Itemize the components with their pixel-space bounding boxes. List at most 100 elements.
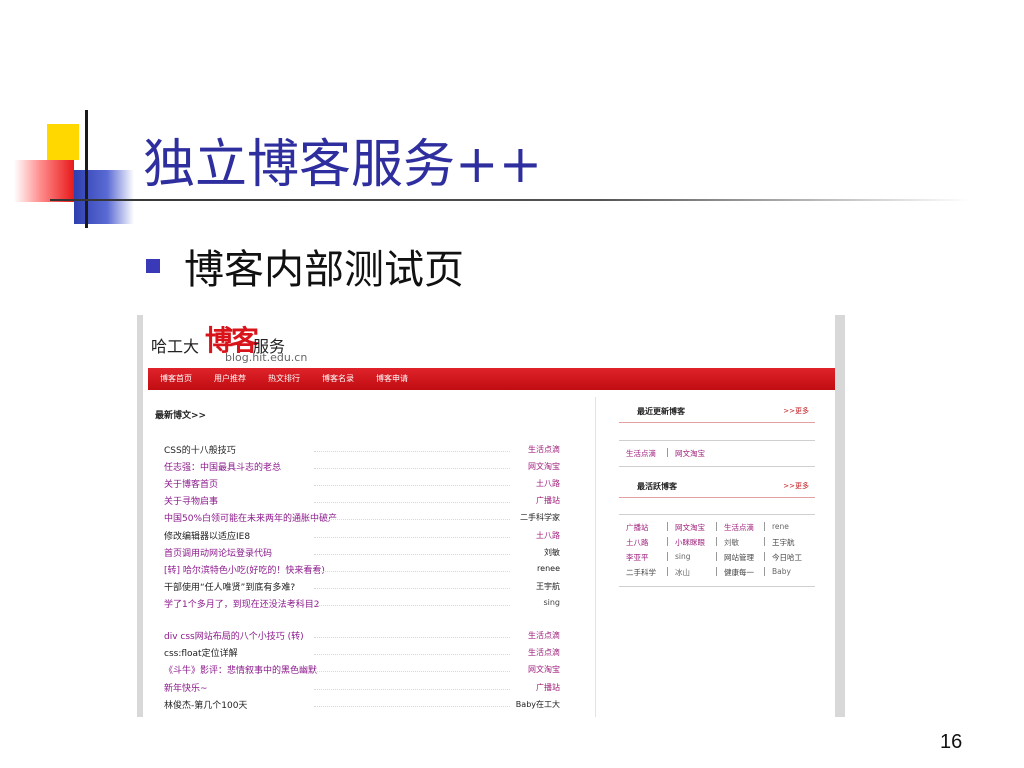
active-blog-link[interactable]: 网文淘宝 bbox=[675, 522, 705, 533]
side-divider bbox=[619, 440, 815, 441]
post-title-link[interactable]: 首页调用动网论坛登录代码 bbox=[164, 546, 272, 559]
nav-directory[interactable]: 博客名录 bbox=[322, 373, 354, 384]
decor-yellow-square bbox=[47, 124, 79, 160]
active-blog-link[interactable]: 二手科学 bbox=[626, 567, 656, 578]
blog-screenshot: 哈工大 博客 服务 blog.hit.edu.cn 博客首页 用户推荐 热文排行… bbox=[137, 315, 845, 717]
active-blog-link[interactable]: 小眯眯眼 bbox=[675, 537, 705, 548]
post-title-link[interactable]: 中国50%白领可能在未来两年的通胀中破产 bbox=[164, 511, 337, 524]
post-author-link[interactable]: 生活点滴 bbox=[528, 647, 560, 658]
post-row: 《斗牛》影评：悲情叙事中的黑色幽默 网文淘宝 bbox=[164, 663, 560, 677]
post-author-link[interactable]: 土八路 bbox=[536, 478, 560, 489]
active-blog-link[interactable]: 土八路 bbox=[626, 537, 649, 548]
active-blog-link[interactable]: Baby bbox=[772, 567, 791, 576]
recent-blog-link[interactable]: 生活点滴 bbox=[626, 448, 656, 459]
active-blog-link[interactable]: 网站管理 bbox=[724, 552, 754, 563]
recent-updated-header: 最近更新博客 >>更多 bbox=[619, 400, 815, 423]
post-row: css:float定位详解 生活点滴 bbox=[164, 646, 560, 660]
post-author-link[interactable]: 网文淘宝 bbox=[528, 461, 560, 472]
slide-title: 独立博客服务++ bbox=[143, 135, 543, 195]
active-blog-link[interactable]: 刘敏 bbox=[724, 537, 739, 548]
post-author-link[interactable]: 土八路 bbox=[536, 530, 560, 541]
active-blog-link[interactable]: 冰山 bbox=[675, 567, 690, 578]
post-author-link[interactable]: Baby在工大 bbox=[516, 699, 560, 710]
separator bbox=[667, 567, 668, 576]
dotted-leader bbox=[314, 587, 510, 589]
post-title-link[interactable]: 干部使用“任人唯贤”到底有多难? bbox=[164, 580, 295, 593]
logo-url: blog.hit.edu.cn bbox=[225, 351, 308, 364]
post-row: 任志强：中国最具斗志的老总 网文淘宝 bbox=[164, 460, 560, 474]
title-underline bbox=[50, 199, 970, 201]
dotted-leader bbox=[314, 519, 510, 521]
separator bbox=[716, 567, 717, 576]
dotted-leader bbox=[314, 705, 510, 707]
post-author-link[interactable]: 生活点滴 bbox=[528, 630, 560, 641]
post-title-link[interactable]: CSS的十八般技巧 bbox=[164, 443, 236, 456]
post-title-link[interactable]: div css网站布局的八个小技巧 (转) bbox=[164, 629, 304, 642]
post-title-link[interactable]: 林俊杰-第几个100天 bbox=[164, 698, 247, 711]
separator bbox=[667, 448, 668, 457]
post-author-link[interactable]: 网文淘宝 bbox=[528, 664, 560, 675]
post-row: [转] 哈尔滨特色小吃(好吃的！快来看看) renee bbox=[164, 563, 560, 577]
separator bbox=[667, 552, 668, 561]
post-title-link[interactable]: [转] 哈尔滨特色小吃(好吃的！快来看看) bbox=[164, 563, 325, 576]
post-author-link[interactable]: 刘敏 bbox=[544, 547, 560, 558]
post-row: 新年快乐~ 广播站 bbox=[164, 681, 560, 695]
active-blog-link[interactable]: 生活点滴 bbox=[724, 522, 754, 533]
post-author-link[interactable]: 王宇航 bbox=[536, 581, 560, 592]
separator bbox=[716, 522, 717, 531]
decor-red-square bbox=[14, 160, 74, 202]
dotted-leader bbox=[314, 553, 510, 555]
nav-apply[interactable]: 博客申请 bbox=[376, 373, 408, 384]
decor-vertical-line bbox=[85, 110, 88, 228]
post-author-link[interactable]: sing bbox=[543, 598, 560, 607]
active-blog-link[interactable]: 广播站 bbox=[626, 522, 649, 533]
nav-recommend[interactable]: 用户推荐 bbox=[214, 373, 246, 384]
recent-updated-more-link[interactable]: >>更多 bbox=[783, 406, 809, 416]
post-row: 学了1个多月了，到现在还没法考科目2 sing bbox=[164, 597, 560, 611]
post-author-link[interactable]: 广播站 bbox=[536, 682, 560, 693]
active-blog-link[interactable]: 健康每一 bbox=[724, 567, 754, 578]
post-title-link[interactable]: css:float定位详解 bbox=[164, 646, 238, 659]
active-blog-link[interactable]: 李亚平 bbox=[626, 552, 649, 563]
bullet-square-icon bbox=[146, 259, 160, 273]
post-author-link[interactable]: 广播站 bbox=[536, 495, 560, 506]
nav-ranking[interactable]: 热文排行 bbox=[268, 373, 300, 384]
post-title-link[interactable]: 学了1个多月了，到现在还没法考科目2 bbox=[164, 597, 319, 610]
blog-nav-bar: 博客首页 用户推荐 热文排行 博客名录 博客申请 bbox=[148, 368, 835, 390]
recent-blog-link[interactable]: 网文淘宝 bbox=[675, 448, 705, 459]
side-divider bbox=[619, 514, 815, 515]
post-author-link[interactable]: 生活点滴 bbox=[528, 444, 560, 455]
page-number: 16 bbox=[940, 731, 963, 753]
nav-home[interactable]: 博客首页 bbox=[160, 373, 192, 384]
most-active-more-link[interactable]: >>更多 bbox=[783, 481, 809, 491]
post-row: div css网站布局的八个小技巧 (转) 生活点滴 bbox=[164, 629, 560, 643]
separator bbox=[667, 522, 668, 531]
column-divider bbox=[595, 397, 596, 717]
active-blog-link[interactable]: rene bbox=[772, 522, 789, 531]
post-author-link[interactable]: renee bbox=[537, 564, 560, 573]
post-row: 林俊杰-第几个100天 Baby在工大 bbox=[164, 698, 560, 712]
post-row: 关于博客首页 土八路 bbox=[164, 477, 560, 491]
dotted-leader bbox=[314, 671, 510, 673]
post-author-link[interactable]: 二手科学家 bbox=[520, 512, 560, 523]
side-divider bbox=[619, 586, 815, 587]
post-title-link[interactable]: 任志强：中国最具斗志的老总 bbox=[164, 460, 281, 473]
post-title-link[interactable]: 修改编辑器以适应IE8 bbox=[164, 529, 250, 542]
post-title-link[interactable]: 新年快乐~ bbox=[164, 681, 208, 694]
active-blog-link[interactable]: 王宇航 bbox=[772, 537, 795, 548]
post-title-link[interactable]: 关于寻物启事 bbox=[164, 494, 218, 507]
post-row: 干部使用“任人唯贤”到底有多难? 王宇航 bbox=[164, 580, 560, 594]
active-blog-link[interactable]: sing bbox=[675, 552, 691, 561]
screenshot-right-border bbox=[835, 315, 845, 717]
post-row: 关于寻物启事 广播站 bbox=[164, 494, 560, 508]
most-active-title: 最活跃博客 bbox=[637, 482, 677, 491]
dotted-leader bbox=[314, 485, 510, 487]
separator bbox=[716, 552, 717, 561]
post-title-link[interactable]: 《斗牛》影评：悲情叙事中的黑色幽默 bbox=[164, 663, 317, 676]
dotted-leader bbox=[314, 637, 510, 638]
post-title-link[interactable]: 关于博客首页 bbox=[164, 477, 218, 490]
dotted-leader bbox=[314, 451, 510, 452]
post-row: CSS的十八般技巧 生活点滴 bbox=[164, 443, 560, 457]
active-blog-link[interactable]: 今日哈工 bbox=[772, 552, 802, 563]
bullet-text: 博客内部测试页 bbox=[184, 247, 464, 293]
